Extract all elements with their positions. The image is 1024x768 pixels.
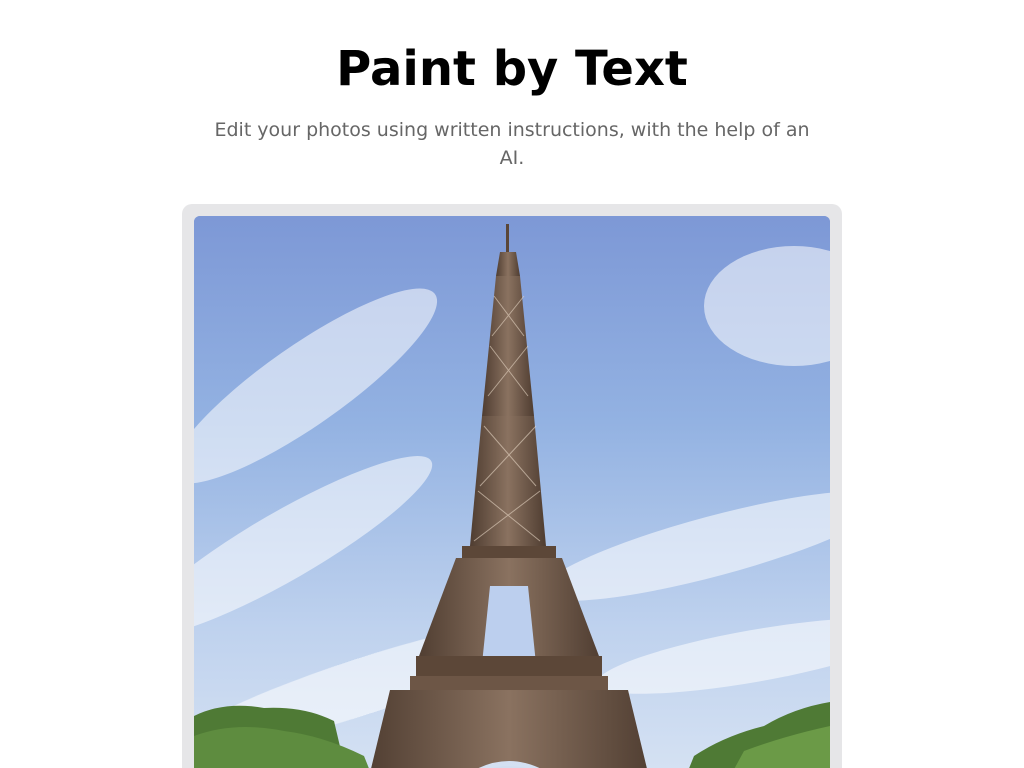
eiffel-tower-photo[interactable] — [194, 216, 830, 768]
image-card — [182, 204, 842, 768]
page-title: Paint by Text — [336, 41, 688, 97]
page-subtitle: Edit your photos using written instructi… — [214, 119, 810, 169]
tower-antenna — [506, 224, 509, 252]
tower-second-platform — [462, 546, 556, 558]
tower-middle — [470, 416, 546, 546]
photo-illustration — [194, 216, 830, 768]
tower-top — [496, 252, 520, 276]
tower-first-platform — [416, 656, 602, 676]
page: Paint by Text Edit your photos using wri… — [0, 0, 1024, 768]
tower-gap — [482, 586, 536, 664]
tower-base — [371, 690, 647, 768]
